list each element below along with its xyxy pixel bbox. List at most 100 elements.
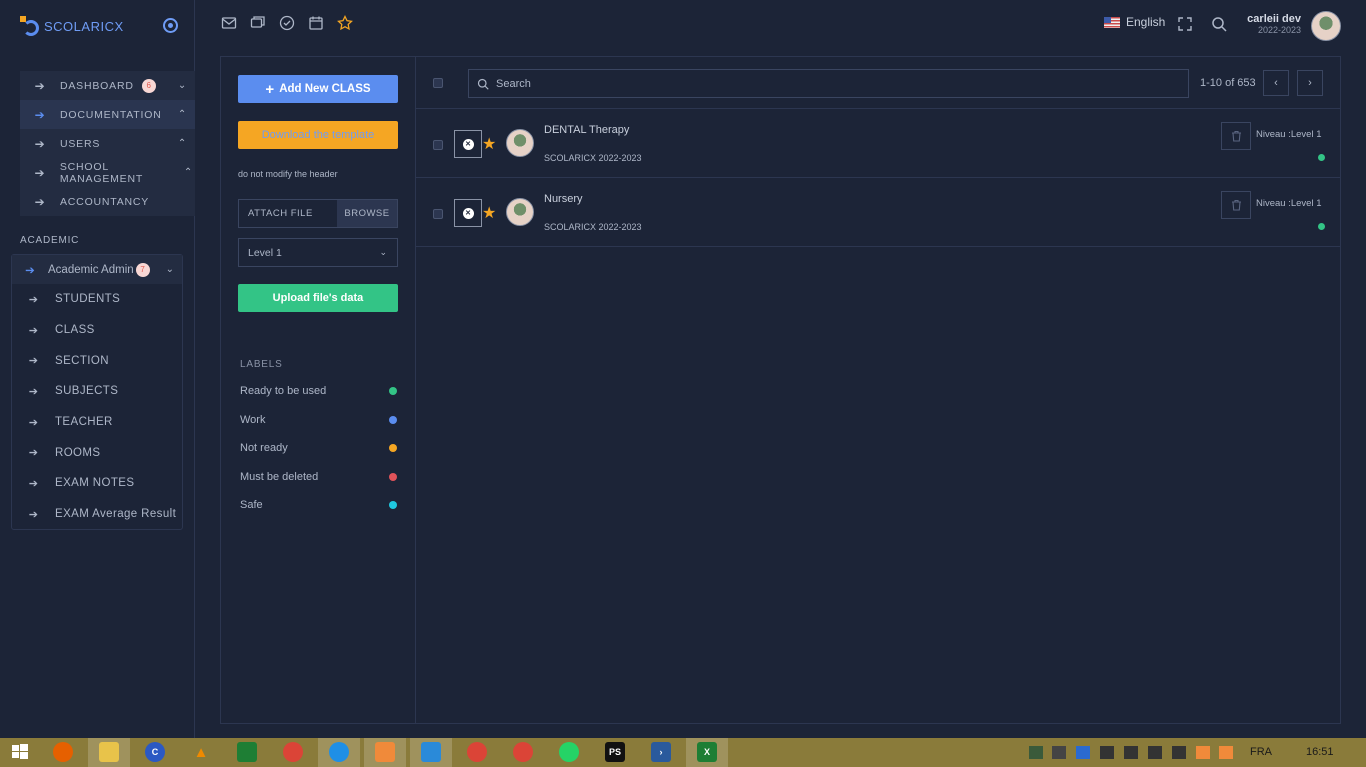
chevron-left-icon: ‹: [1274, 77, 1278, 89]
sidebar-item-label: DOCUMENTATION: [60, 108, 162, 121]
class-type-icon[interactable]: ✕: [454, 199, 482, 227]
label-must-be-deleted[interactable]: Must be deleted: [240, 471, 397, 483]
star-icon[interactable]: ★: [482, 203, 496, 223]
status-dot: [389, 416, 397, 424]
browse-button[interactable]: BROWSE: [337, 200, 397, 227]
sidebar-item-school-management[interactable]: ➔ SCHOOL MANAGEMENT ⌃: [20, 158, 195, 187]
phpstorm-icon[interactable]: PS: [605, 742, 625, 762]
chat-icon[interactable]: [250, 15, 266, 31]
sidebar-item-class[interactable]: ➔ CLASS: [12, 315, 182, 346]
vlc-icon[interactable]: ▲: [191, 742, 211, 762]
network-share-tray-icon[interactable]: [1076, 746, 1090, 759]
sidebar-item-teacher[interactable]: ➔ TEACHER: [12, 407, 182, 438]
sidebar-item-exam-notes[interactable]: ➔ EXAM NOTES: [12, 468, 182, 499]
arrow-right-icon: ➔: [28, 477, 39, 490]
chrome-icon[interactable]: [283, 742, 303, 762]
attach-file-label: ATTACH FILE: [248, 208, 313, 219]
vscode-icon[interactable]: [421, 742, 441, 762]
attach-file-field[interactable]: ATTACH FILE BROWSE: [238, 199, 398, 228]
keyboard-language[interactable]: FRA: [1250, 746, 1272, 758]
fullscreen-icon[interactable]: [1178, 17, 1192, 31]
list-item[interactable]: ✕ ★ Nursery SCOLARICX 2022-2023 Niveau :…: [416, 178, 1340, 247]
language-selector[interactable]: English: [1104, 15, 1165, 29]
check-circle-icon[interactable]: [279, 15, 295, 31]
sidebar-item-students[interactable]: ➔ STUDENTS: [12, 284, 182, 315]
network-tray-icon[interactable]: [1148, 746, 1162, 759]
sidebar-item-label: Academic Admin: [48, 263, 134, 276]
chevron-down-icon: ⌄: [165, 264, 174, 275]
search-input[interactable]: [496, 77, 1096, 90]
upload-data-button[interactable]: Upload file's data: [238, 284, 398, 312]
arrow-right-icon: ➔: [28, 447, 39, 460]
calendar-icon[interactable]: [308, 15, 324, 31]
windows-start-icon[interactable]: [10, 742, 30, 762]
next-page-button[interactable]: ›: [1297, 70, 1323, 96]
ccleaner-icon[interactable]: C: [145, 742, 165, 762]
search-field[interactable]: [468, 69, 1189, 98]
mail-icon[interactable]: [221, 15, 237, 31]
sidebar-item-accountancy[interactable]: ➔ ACCOUNTANCY: [20, 187, 195, 216]
user-name: carleii dev: [1247, 13, 1301, 25]
delete-button[interactable]: [1221, 122, 1251, 150]
class-title[interactable]: Nursery: [544, 193, 583, 205]
volume-icon[interactable]: [1172, 746, 1186, 759]
star-icon[interactable]: ★: [482, 134, 496, 154]
xampp-icon[interactable]: [375, 742, 395, 762]
avatar[interactable]: [1311, 11, 1341, 41]
user-menu[interactable]: carleii dev 2022-2023: [1247, 13, 1301, 35]
add-class-button[interactable]: + Add New CLASS: [238, 75, 398, 103]
office-icon[interactable]: [237, 742, 257, 762]
sidebar-item-exam-average-result[interactable]: ➔ EXAM Average Result: [12, 499, 182, 530]
xampp-error-tray-icon[interactable]: [1219, 746, 1233, 759]
label-not-ready[interactable]: Not ready: [240, 442, 397, 454]
sidebar-item-section[interactable]: ➔ SECTION: [12, 345, 182, 376]
download-template-button[interactable]: Download the template: [238, 121, 398, 149]
sidebar-item-label: SECTION: [55, 354, 109, 367]
sidebar-item-academic-admin[interactable]: ➔ Academic Admin 7 ⌄: [12, 255, 182, 284]
flag-tray-icon[interactable]: [1124, 746, 1138, 759]
app-name: SCOLARICX: [44, 18, 124, 34]
star-icon[interactable]: [337, 15, 353, 31]
edge-icon[interactable]: [329, 742, 349, 762]
chrome-profile-icon[interactable]: [467, 742, 487, 762]
delete-button[interactable]: [1221, 191, 1251, 219]
clock[interactable]: 16:51: [1306, 746, 1334, 758]
us-flag-icon: [1104, 16, 1120, 28]
search-icon[interactable]: [1211, 16, 1227, 32]
powershell-icon[interactable]: ›: [651, 742, 671, 762]
level-select[interactable]: Level 1 ⌄: [238, 238, 398, 267]
whatsapp-icon[interactable]: [559, 742, 579, 762]
label-ready[interactable]: Ready to be used: [240, 385, 397, 397]
security-tray-icon[interactable]: [1029, 746, 1043, 759]
add-class-label: Add New CLASS: [279, 83, 371, 95]
sidebar-toggle-icon[interactable]: [163, 18, 178, 33]
firefox-icon[interactable]: [53, 742, 73, 762]
excel-icon[interactable]: X: [697, 742, 717, 762]
file-explorer-icon[interactable]: [99, 742, 119, 762]
label-safe[interactable]: Safe: [240, 499, 397, 511]
status-dot: [1318, 223, 1325, 230]
header-hint: do not modify the header: [238, 169, 338, 179]
class-title[interactable]: DENTAL Therapy: [544, 124, 629, 136]
chrome-profile-icon[interactable]: [513, 742, 533, 762]
avatar: [506, 198, 534, 226]
label-work[interactable]: Work: [240, 414, 397, 426]
class-type-icon[interactable]: ✕: [454, 130, 482, 158]
sidebar-item-label: ROOMS: [55, 446, 101, 459]
sidebar-item-users[interactable]: ➔ USERS ⌃: [20, 129, 195, 158]
usb-tray-icon[interactable]: [1100, 746, 1114, 759]
select-all-checkbox[interactable]: [433, 78, 443, 88]
sidebar-item-documentation[interactable]: ➔ DOCUMENTATION ⌃: [20, 100, 195, 129]
app-logo[interactable]: SCOLARICX: [20, 16, 124, 36]
prev-page-button[interactable]: ‹: [1263, 70, 1289, 96]
sidebar-item-dashboard[interactable]: ➔ DASHBOARD 6 ⌄: [20, 71, 195, 100]
list-item[interactable]: ✕ ★ DENTAL Therapy SCOLARICX 2022-2023 N…: [416, 109, 1340, 178]
sidebar-item-subjects[interactable]: ➔ SUBJECTS: [12, 376, 182, 407]
row-checkbox[interactable]: [433, 140, 443, 150]
xampp-tray-icon[interactable]: [1196, 746, 1210, 759]
logo-icon: [20, 16, 40, 36]
sidebar-item-rooms[interactable]: ➔ ROOMS: [12, 437, 182, 468]
row-checkbox[interactable]: [433, 209, 443, 219]
trash-icon: [1231, 130, 1241, 142]
display-tray-icon[interactable]: [1052, 746, 1066, 759]
